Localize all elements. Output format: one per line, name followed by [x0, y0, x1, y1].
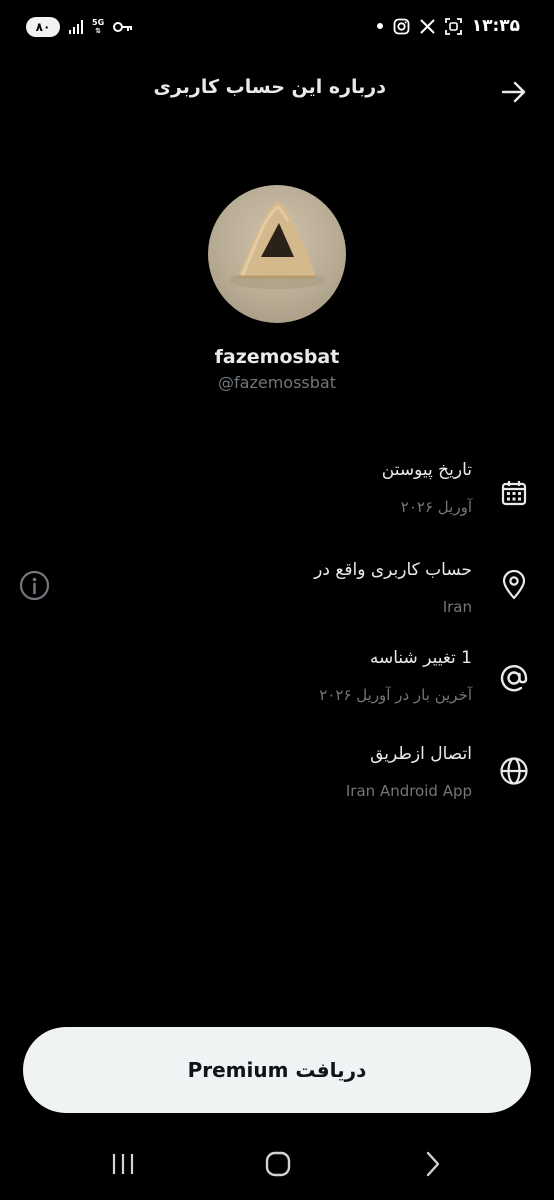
- recent-apps-icon[interactable]: [103, 1146, 143, 1182]
- at-icon: [499, 663, 529, 693]
- status-right: ۱۳:۳۵: [376, 16, 520, 36]
- premium-button-label: دریافت Premium: [187, 1058, 367, 1082]
- get-premium-button[interactable]: دریافت Premium: [23, 1027, 531, 1113]
- info-row-connected-via: اتصال ازطریق Iran Android App: [0, 744, 554, 824]
- username-handle: @fazemossbat: [218, 373, 336, 392]
- info-title: 1 تغییر شناسه: [369, 648, 472, 668]
- info-subtitle: آوریل ۲۰۲۶: [400, 498, 472, 516]
- instagram-icon: [393, 18, 410, 34]
- back-icon[interactable]: [413, 1146, 453, 1182]
- avatar-image: [229, 201, 325, 289]
- info-title: تاریخ پیوستن: [381, 460, 472, 480]
- dot-icon: [376, 23, 383, 29]
- calendar-icon: [499, 478, 529, 508]
- battery-indicator: ۸۰: [26, 17, 60, 37]
- status-left: ۸۰ 5G ⇅: [26, 17, 133, 37]
- header: درباره این حساب کاربری: [0, 62, 554, 120]
- page-title: درباره این حساب کاربری: [153, 76, 386, 98]
- info-circle-icon[interactable]: [19, 570, 50, 601]
- arrow-right-icon[interactable]: [500, 78, 528, 106]
- x-icon: [419, 18, 435, 34]
- screenshot-icon: [444, 17, 462, 35]
- info-title: اتصال ازطریق: [370, 744, 472, 764]
- signal-icon: [69, 20, 83, 34]
- home-icon[interactable]: [258, 1146, 298, 1182]
- info-subtitle: Iran Android App: [345, 782, 472, 800]
- battery-level: ۸۰: [35, 20, 51, 34]
- info-row-username-changes: 1 تغییر شناسه آخرین بار در آوریل ۲۰۲۶: [0, 648, 554, 728]
- info-subtitle: آخرین بار در آوریل ۲۰۲۶: [319, 686, 472, 704]
- info-row-location: حساب کاربری واقع در Iran: [0, 560, 554, 640]
- clock: ۱۳:۳۵: [471, 16, 520, 36]
- info-subtitle: Iran: [442, 598, 472, 616]
- network-label: 5G: [92, 18, 105, 27]
- status-bar: ۸۰ 5G ⇅ ۱۳:۳۵: [0, 0, 554, 58]
- display-name: fazemosbat: [214, 346, 340, 368]
- globe-icon: [499, 756, 529, 786]
- info-row-joined: تاریخ پیوستن آوریل ۲۰۲۶: [0, 460, 554, 540]
- location-icon: [499, 570, 529, 600]
- key-icon: [113, 22, 133, 32]
- avatar[interactable]: [208, 185, 346, 323]
- info-title: حساب کاربری واقع در: [314, 560, 472, 580]
- network-5g-icon: 5G ⇅: [92, 18, 105, 36]
